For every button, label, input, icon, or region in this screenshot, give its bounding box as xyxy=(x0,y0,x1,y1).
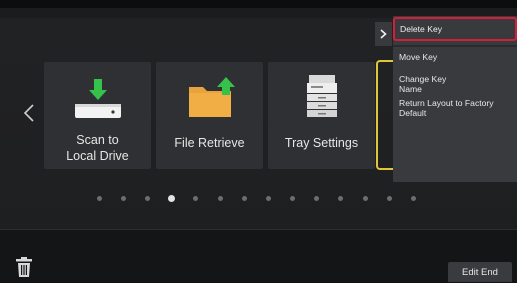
page-dot[interactable] xyxy=(208,193,232,203)
scanner-download-icon xyxy=(74,79,121,118)
page-dot[interactable] xyxy=(353,193,377,203)
home-screen: Scan to Local Drive File Retrieve Tray S… xyxy=(0,0,517,282)
trash-button[interactable] xyxy=(15,256,33,278)
tile-label: File Retrieve xyxy=(174,136,245,150)
menu-item-change-key-name[interactable]: Change Key Name xyxy=(399,74,446,94)
menu-item-return-layout-to-factory-default[interactable]: Return Layout to Factory Default xyxy=(399,98,494,118)
page-indicator xyxy=(87,193,426,203)
tile-scan-to-local-drive[interactable]: Scan to Local Drive xyxy=(44,62,151,169)
status-strip xyxy=(0,0,517,8)
menu-item-label: Delete Key xyxy=(400,24,443,34)
menu-item-move-key[interactable]: Move Key xyxy=(399,52,437,62)
tile-tray-settings[interactable]: Tray Settings xyxy=(268,62,375,169)
tile-label: Scan to Local Drive xyxy=(66,133,129,163)
page-dot[interactable] xyxy=(329,193,353,203)
page-dot[interactable] xyxy=(135,193,159,203)
page-dot[interactable] xyxy=(87,193,111,203)
edit-end-button[interactable]: Edit End xyxy=(448,262,512,282)
trash-icon xyxy=(16,257,32,277)
printer-tray-icon xyxy=(306,75,337,117)
tile-label: Tray Settings xyxy=(284,136,359,150)
chevron-right-icon xyxy=(380,29,387,39)
chevron-left-icon xyxy=(24,104,34,122)
tile-file-retrieve[interactable]: File Retrieve xyxy=(156,62,263,169)
folder-upload-icon xyxy=(188,77,235,117)
page-dot[interactable] xyxy=(160,193,184,203)
divider xyxy=(0,229,517,230)
previous-page-button[interactable] xyxy=(18,98,40,128)
page-dot[interactable] xyxy=(305,193,329,203)
page-dot[interactable] xyxy=(111,193,135,203)
page-dot[interactable] xyxy=(184,193,208,203)
page-dot[interactable] xyxy=(281,193,305,203)
page-dot[interactable] xyxy=(232,193,256,203)
collapse-menu-button[interactable] xyxy=(375,22,392,46)
menu-item-delete-key[interactable]: Delete Key xyxy=(393,17,517,41)
page-dot[interactable] xyxy=(256,193,280,203)
menu-divider xyxy=(393,45,517,47)
page-dot[interactable] xyxy=(401,193,425,203)
page-dot[interactable] xyxy=(377,193,401,203)
